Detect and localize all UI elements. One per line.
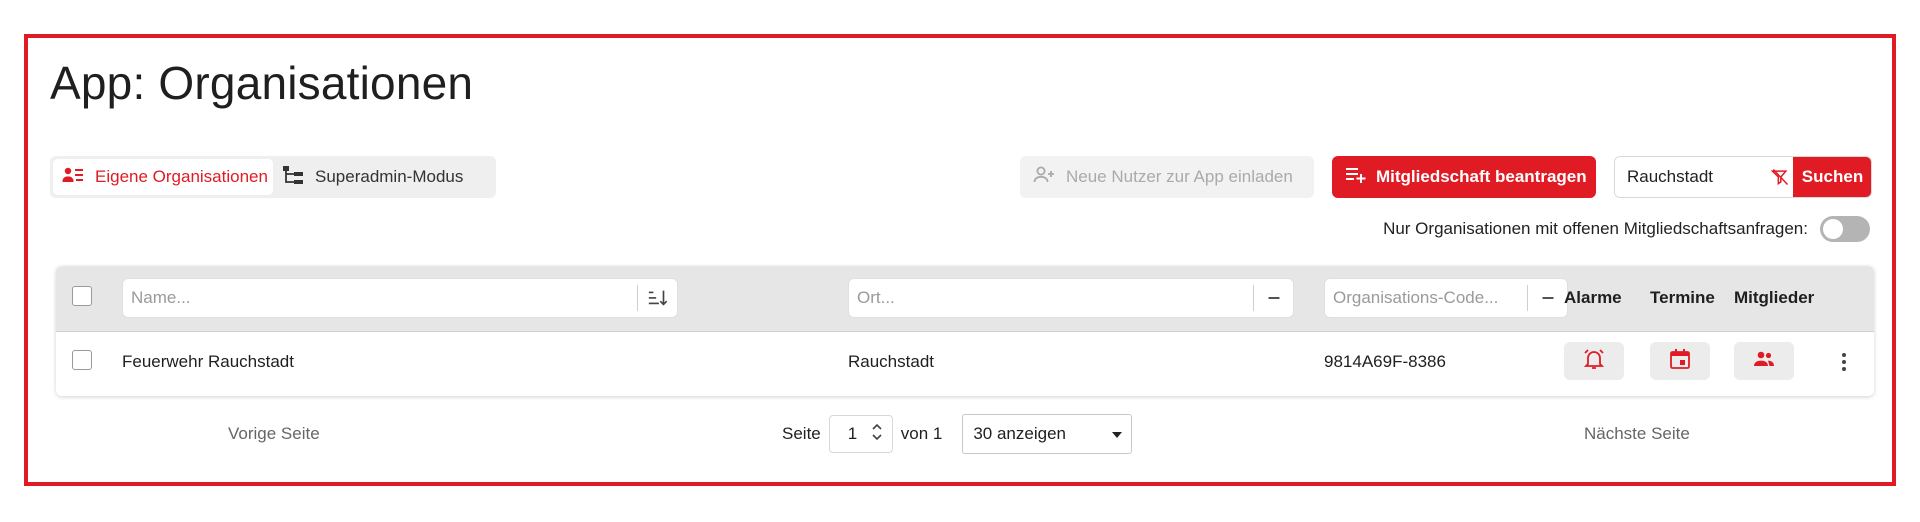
- organisations-table: Alarme Termine Mitglieder Feuerwehr Rauc…: [56, 266, 1874, 396]
- tab-label: Eigene Organisationen: [95, 167, 268, 186]
- search-box: Suchen: [1614, 156, 1872, 198]
- next-page-button[interactable]: Nächste Seite: [1584, 424, 1690, 444]
- select-all-checkbox[interactable]: [72, 286, 92, 306]
- more-vertical-icon[interactable]: [1832, 350, 1856, 374]
- name-filter-input[interactable]: [123, 288, 637, 308]
- code-filter: [1324, 278, 1568, 318]
- tab-eigene-organisationen[interactable]: Eigene Organisationen: [53, 159, 273, 195]
- sort-icon[interactable]: [637, 285, 677, 311]
- group-icon: [1752, 347, 1776, 376]
- app-frame: App: Organisationen Eigene Organisatione…: [24, 34, 1896, 486]
- pagination: Seite 1 von 1 30 anzeigen: [782, 414, 1133, 454]
- page-label: Seite: [782, 424, 821, 443]
- calendar-icon: [1668, 347, 1692, 376]
- minus-icon[interactable]: [1253, 285, 1293, 311]
- org-name: Feuerwehr Rauchstadt: [122, 352, 294, 371]
- open-requests-filter: Nur Organisationen mit offenen Mitglieds…: [1383, 216, 1870, 242]
- page-size-value: 30 anzeigen: [973, 424, 1066, 443]
- request-membership-label: Mitgliedschaft beantragen: [1376, 167, 1587, 186]
- column-header-mitglieder: Mitglieder: [1734, 288, 1815, 307]
- column-header-alarme: Alarme: [1564, 288, 1622, 307]
- tree-structure-icon: [281, 163, 305, 192]
- table-header: Alarme Termine Mitglieder: [56, 266, 1874, 332]
- column-header-termine: Termine: [1650, 288, 1715, 307]
- mode-switcher: Eigene Organisationen Superadmin-Modus: [50, 156, 496, 198]
- page-number-stepper[interactable]: 1: [828, 415, 893, 453]
- ort-filter-input[interactable]: [849, 288, 1253, 308]
- switch-knob: [1823, 219, 1843, 239]
- search-button[interactable]: Suchen: [1793, 157, 1871, 197]
- open-requests-label: Nur Organisationen mit offenen Mitglieds…: [1383, 219, 1808, 238]
- code-filter-input[interactable]: [1325, 288, 1527, 308]
- org-code: 9814A69F-8386: [1324, 352, 1446, 371]
- previous-page-button[interactable]: Vorige Seite: [228, 424, 320, 444]
- appointments-button[interactable]: [1650, 342, 1710, 380]
- members-button[interactable]: [1734, 342, 1794, 380]
- stepper-arrows-icon: [870, 421, 884, 448]
- total-pages-label: von 1: [900, 424, 943, 443]
- invite-users-label: Neue Nutzer zur App einladen: [1066, 167, 1293, 186]
- tab-superadmin-modus[interactable]: Superadmin-Modus: [273, 159, 471, 195]
- tab-label: Superadmin-Modus: [315, 167, 464, 186]
- playlist-add-icon: [1344, 163, 1368, 192]
- page-size-select[interactable]: 30 anzeigen: [962, 414, 1133, 454]
- person-list-icon: [61, 163, 85, 192]
- table-row[interactable]: Feuerwehr Rauchstadt Rauchstadt 9814A69F…: [56, 332, 1874, 396]
- search-input[interactable]: [1615, 157, 1767, 197]
- alarms-button[interactable]: [1564, 342, 1624, 380]
- current-page: 1: [847, 424, 858, 443]
- request-membership-button[interactable]: Mitgliedschaft beantragen: [1332, 156, 1596, 198]
- minus-icon[interactable]: [1527, 285, 1567, 311]
- open-requests-switch[interactable]: [1820, 216, 1870, 242]
- page-title: App: Organisationen: [50, 57, 474, 109]
- ort-filter: [848, 278, 1294, 318]
- invite-users-button[interactable]: Neue Nutzer zur App einladen: [1020, 156, 1314, 198]
- name-filter: [122, 278, 678, 318]
- org-ort: Rauchstadt: [848, 352, 934, 371]
- caret-down-icon: [1111, 424, 1123, 444]
- filter-off-icon[interactable]: [1767, 157, 1793, 197]
- person-add-icon: [1032, 163, 1056, 192]
- row-checkbox[interactable]: [72, 350, 92, 370]
- alarm-bell-icon: [1582, 347, 1606, 376]
